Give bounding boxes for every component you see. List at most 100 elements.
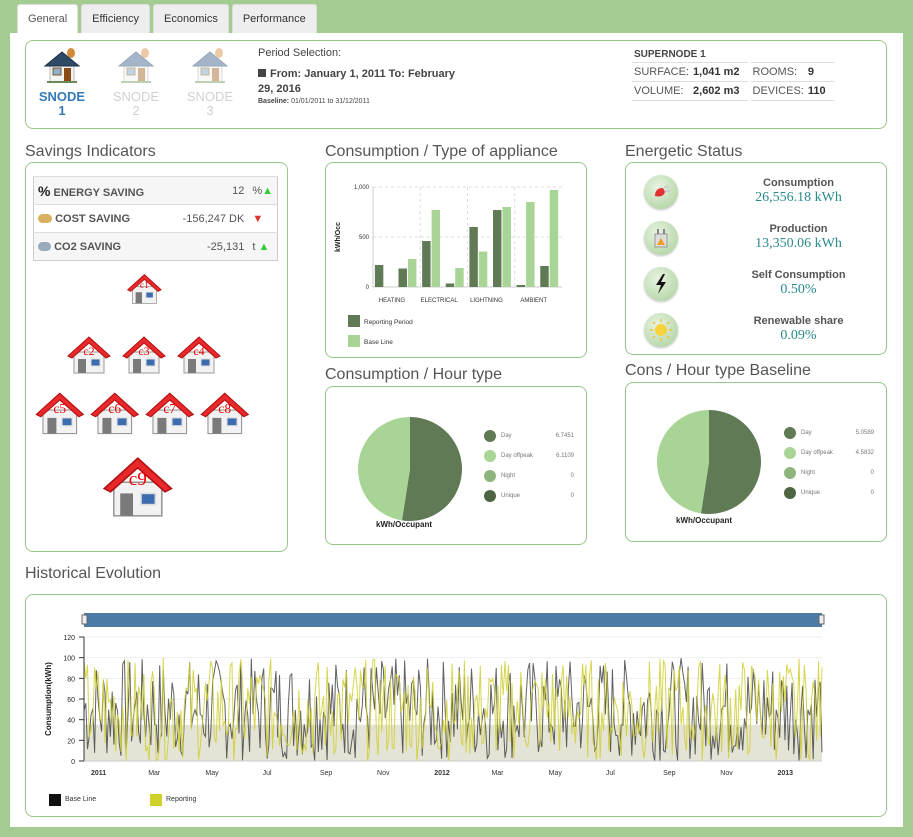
consumer-house-c1[interactable]: c1 [126,273,163,305]
x-tick-label: Mar [148,770,161,777]
legend-value: 5.0589 [855,430,874,436]
bar-base-line [502,207,511,287]
house-icon [191,48,229,83]
consumer-house-c6[interactable]: c6 [89,391,141,436]
y-axis-label: Consumption(kWh) [44,662,53,736]
tab-general[interactable]: General [17,4,79,33]
bar-reporting [398,268,407,287]
historical-line-chart: 0 20 40 60 80 100 120 Consumption(kWh) 2011 Mar Ma… [44,613,825,777]
percent-icon: % [38,182,51,199]
legend-name: Night [501,473,516,479]
consumer-house-c2[interactable]: c2 [66,335,112,375]
house-label: c7 [163,401,177,417]
cloud-icon [38,241,51,251]
bar-reporting [493,210,502,287]
plug-icon [644,175,678,209]
y-tick-label: 80 [67,676,75,683]
period-range[interactable]: From: January 1, 2011 To: February 29, 2… [258,67,458,97]
legend-name: Unique [801,490,821,496]
legend-dot [484,490,496,502]
savings-row-co2: CO2 SAVING -25,131 t ▲ [33,232,278,261]
bar-reporting [540,266,549,287]
node-selection-panel: SNODE 1 SNODE 2 SNODE 3 Period Selection… [25,40,887,129]
y-tick-label: 60 [67,697,75,704]
snode-3-button[interactable]: SNODE 3 [180,47,240,118]
bar-base-line [407,259,417,287]
lightning-icon [644,267,678,301]
y-tick-label: 100 [63,656,75,663]
consumer-house-c9[interactable]: c9 [101,455,175,519]
legend-value: 6.1109 [556,453,574,459]
devices-label: DEVICES: [750,81,806,101]
snode-1-button[interactable]: SNODE 1 [32,47,92,118]
savings-title: Savings Indicators [25,143,156,160]
consumer-houses: c1 c2 c3 c4 c5 c6 c7 c8 c9 [26,273,288,553]
sun-icon [644,313,678,347]
y-tick-label: 40 [67,718,75,725]
legend-swatch [348,335,360,347]
legend-swatch-reporting[interactable] [150,794,162,806]
legend-item[interactable]: Night 0 [784,467,874,479]
consumer-house-c3[interactable]: c3 [121,335,167,375]
hour-type-title: Consumption / Hour type [325,366,502,383]
savings-unit: % [252,184,263,197]
consumer-house-c4[interactable]: c4 [176,335,222,375]
snode-label: SNODE [112,89,160,104]
energetic-panel: Consumption 26,556.18 kWh Production 13,… [625,162,887,355]
legend-name: Day offpeak [801,450,833,456]
status-value: 26,556.18 kWh [755,190,842,205]
legend-dot [484,430,496,442]
coins-icon [38,213,52,223]
legend-item[interactable]: Day offpeak 4.5832 [784,447,874,459]
legend-name: Day offpeak [501,453,533,459]
consumer-house-c8[interactable]: c8 [199,391,251,436]
legend-swatch [348,315,360,327]
x-tick-label: 2013 [778,770,794,777]
legend-item[interactable]: Unique 0 [484,490,574,502]
legend-item[interactable]: Night 0 [484,470,574,482]
x-tick-label: Sep [320,770,333,777]
consumer-house-c7[interactable]: c7 [144,391,196,436]
consumer-house-c5[interactable]: c5 [34,391,86,436]
y-tick-label: 500 [359,235,370,241]
bar-base-line [431,210,441,287]
legend-item[interactable]: Day 6.7451 [484,430,574,442]
snode-2-button[interactable]: SNODE 2 [106,47,166,118]
house-label: c9 [128,469,147,491]
y-tick-label: 0 [366,285,370,291]
snode-label: SNODE [186,89,234,104]
hour-type-legend: Day 6.7451 Day offpeak 6.1109 Night 0 Unique 0 [484,430,574,502]
bar-base-line [384,286,393,287]
status-value: 13,350.06 kWh [755,236,842,251]
legend-label-reporting[interactable]: Reporting [166,796,196,803]
legend-item[interactable]: Unique 0 [784,487,874,499]
baseline-label: Baseline: [258,98,290,105]
appliance-title: Consumption / Type of appliance [325,143,558,160]
savings-panel: % ENERGY SAVING 12 %▲ COST SAVING -156,2… [25,162,288,552]
tab-economics[interactable]: Economics [153,4,229,33]
bar-reporting [469,227,478,287]
pie-slice-day-offpeak [657,410,709,514]
house-label: c6 [108,401,122,417]
house-icon [43,48,81,83]
legend-value: 0 [570,493,574,499]
legend-label: Base Line [364,339,393,346]
legend-swatch-base-line[interactable] [49,794,61,806]
tab-efficiency[interactable]: Efficiency [81,4,151,33]
status-label: Consumption [763,177,834,189]
status-label: Self Consumption [751,269,846,281]
legend-item[interactable]: Day 5.0589 [784,427,874,439]
baseline-value: 01/01/2011 to 31/12/2011 [291,98,370,105]
bar-base-line [455,268,464,287]
legend-dot [484,470,496,482]
x-tick-label: AMBIENT [520,298,547,304]
tab-performance[interactable]: Performance [231,4,317,33]
savings-unit: t [252,240,256,253]
energetic-title: Energetic Status [625,143,743,160]
status-label: Production [769,223,828,235]
legend-item[interactable]: Day offpeak 6.1109 [484,450,574,462]
legend-label-base-line[interactable]: Base Line [65,796,96,803]
bar-reporting [422,241,431,287]
surface-value: 1,041 m2 [691,62,748,82]
hour-type-baseline-title: Cons / Hour type Baseline [625,362,811,379]
